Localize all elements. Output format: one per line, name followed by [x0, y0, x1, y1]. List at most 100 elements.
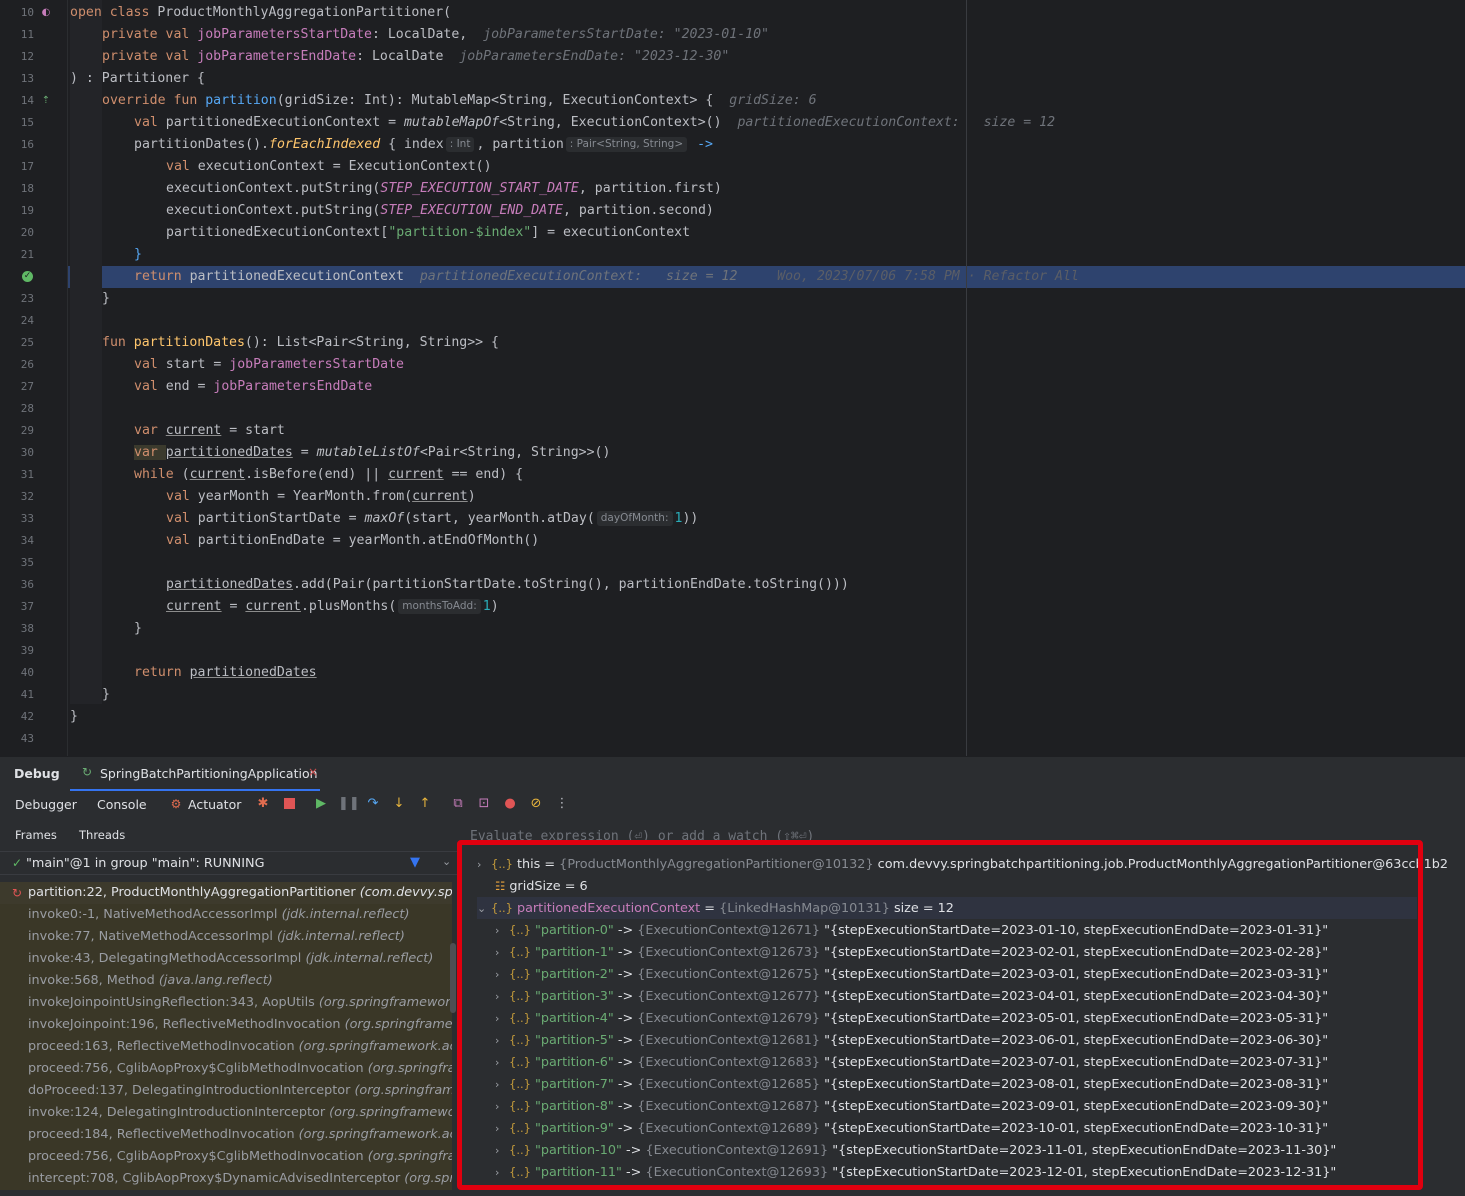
chevron-right-icon[interactable]: ›	[495, 1162, 509, 1184]
line-number[interactable]: 39	[0, 640, 34, 662]
line-number[interactable]: 40	[0, 662, 34, 684]
line-number[interactable]: 14	[0, 90, 34, 112]
line-number[interactable]: 33	[0, 508, 34, 530]
line-number[interactable]: 34	[0, 530, 34, 552]
line-number[interactable]: 24	[0, 310, 34, 332]
frame-item[interactable]: invoke0:-1, NativeMethodAccessorImpl (jd…	[0, 904, 452, 926]
drop-frame-icon[interactable]: ⧉	[449, 795, 467, 813]
override-method-icon[interactable]: ⇡	[40, 95, 52, 107]
variable-this[interactable]: › {..} this = {ProductMonthlyAggregationPa…	[477, 853, 1448, 875]
more-options-icon[interactable]: ⋮	[553, 795, 571, 813]
frame-item[interactable]: invoke:77, NativeMethodAccessorImpl (jdk…	[0, 926, 452, 948]
line-number[interactable]: 29	[0, 420, 34, 442]
frame-item[interactable]: invoke:43, DelegatingMethodAccessorImpl …	[0, 948, 452, 970]
line-number[interactable]: 27	[0, 376, 34, 398]
chevron-right-icon[interactable]: ›	[495, 1074, 509, 1096]
line-number[interactable]: 10	[0, 2, 34, 24]
chevron-right-icon[interactable]: ›	[495, 1030, 509, 1052]
map-entry[interactable]: › {..} "partition-4" -> {ExecutionContext@…	[495, 1007, 1328, 1029]
frames-scrollbar[interactable]	[450, 943, 456, 1013]
map-entry[interactable]: › {..} "partition-8" -> {ExecutionContext@…	[495, 1095, 1328, 1117]
line-number[interactable]: 31	[0, 464, 34, 486]
chevron-down-icon[interactable]: ⌄	[477, 898, 491, 920]
map-entry[interactable]: › {..} "partition-3" -> {ExecutionContext@…	[495, 985, 1328, 1007]
line-number[interactable]: 30	[0, 442, 34, 464]
frame-item[interactable]: proceed:756, CglibAopProxy$CglibMethodIn…	[0, 1058, 452, 1080]
line-number[interactable]: 16	[0, 134, 34, 156]
line-number[interactable]: 20	[0, 222, 34, 244]
line-number[interactable]: 23	[0, 288, 34, 310]
chevron-right-icon[interactable]: ›	[477, 854, 491, 876]
line-number[interactable]: 25	[0, 332, 34, 354]
map-entry[interactable]: › {..} "partition-11" -> {ExecutionContext…	[495, 1161, 1336, 1183]
frame-item[interactable]: proceed:163, ReflectiveMethodInvocation …	[0, 1036, 452, 1058]
evaluate-expression-input[interactable]: Evaluate expression (⏎) or add a watch (…	[470, 829, 814, 844]
tab-debugger[interactable]: Debugger	[15, 797, 77, 812]
map-entry[interactable]: › {..} "partition-9" -> {ExecutionContext@…	[495, 1117, 1328, 1139]
map-entry[interactable]: › {..} "partition-1" -> {ExecutionContext@…	[495, 941, 1328, 963]
map-entry[interactable]: › {..} "partition-7" -> {ExecutionContext@…	[495, 1073, 1328, 1095]
line-number[interactable]: 21	[0, 244, 34, 266]
step-over-icon[interactable]: ↷	[364, 795, 382, 813]
code-area[interactable]: open class ProductMonthlyAggregationPart…	[70, 0, 1465, 756]
line-number[interactable]: 11	[0, 24, 34, 46]
rerun-debug-icon[interactable]: ✱	[254, 795, 272, 813]
class-implementation-icon[interactable]: ◐	[40, 7, 52, 19]
map-entry[interactable]: › {..} "partition-2" -> {ExecutionContext@…	[495, 963, 1328, 985]
line-number[interactable]: 42	[0, 706, 34, 728]
line-number[interactable]: 17	[0, 156, 34, 178]
line-number[interactable]: 12	[0, 46, 34, 68]
run-config-tab[interactable]: ↻ SpringBatchPartitioningApplication ×	[70, 757, 320, 791]
line-number[interactable]: 41	[0, 684, 34, 706]
chevron-right-icon[interactable]: ›	[495, 1052, 509, 1074]
map-entry[interactable]: › {..} "partition-5" -> {ExecutionContext@…	[495, 1029, 1328, 1051]
chevron-right-icon[interactable]: ›	[495, 1140, 509, 1162]
chevron-down-icon[interactable]: ⌄	[442, 855, 451, 868]
view-breakpoints-icon[interactable]: ●	[501, 795, 519, 813]
mute-breakpoints-icon[interactable]: ⊘	[527, 795, 545, 813]
map-entry[interactable]: › {..} "partition-10" -> {ExecutionContext…	[495, 1139, 1336, 1161]
line-number[interactable]: 32	[0, 486, 34, 508]
line-number[interactable]: 18	[0, 178, 34, 200]
tab-actuator[interactable]: Actuator	[188, 797, 241, 812]
tab-frames[interactable]: Frames	[15, 828, 57, 842]
map-entry[interactable]: › {..} "partition-0" -> {ExecutionContext@…	[495, 919, 1328, 941]
tab-threads[interactable]: Threads	[79, 828, 125, 842]
chevron-right-icon[interactable]: ›	[495, 1118, 509, 1140]
line-number[interactable]: 15	[0, 112, 34, 134]
variable-partitioned-execution-context[interactable]: ⌄ {..} partitionedExecutionContext = {Link…	[477, 897, 1417, 919]
line-number[interactable]: 26	[0, 354, 34, 376]
frame-item[interactable]: invokeJoinpoint:196, ReflectiveMethodInv…	[0, 1014, 452, 1036]
line-number[interactable]: 43	[0, 728, 34, 750]
map-entry[interactable]: › {..} "partition-6" -> {ExecutionContext@…	[495, 1051, 1328, 1073]
line-number[interactable]: 38	[0, 618, 34, 640]
step-into-icon[interactable]: ↓	[390, 795, 408, 813]
frame-item[interactable]: doProceed:137, DelegatingIntroductionInt…	[0, 1080, 452, 1102]
stop-icon[interactable]	[280, 795, 298, 813]
frame-item-current[interactable]: ↻ partition:22, ProductMonthlyAggregation…	[0, 882, 452, 904]
frame-item[interactable]: invoke:568, Method (java.lang.reflect)	[0, 970, 452, 992]
chevron-right-icon[interactable]: ›	[495, 942, 509, 964]
line-number-gutter[interactable]: 10 11 12 13 14 15 16 17 18 19 20 21 23 24 25 26 27 28 29 30…	[0, 0, 68, 756]
code-editor[interactable]: 10 11 12 13 14 15 16 17 18 19 20 21 23 24 25 26 27 28 29 30…	[0, 0, 1465, 756]
chevron-right-icon[interactable]: ›	[495, 986, 509, 1008]
frame-item[interactable]: invoke:124, DelegatingIntroductionInterc…	[0, 1102, 452, 1124]
line-number[interactable]: 13	[0, 68, 34, 90]
line-number[interactable]: 19	[0, 200, 34, 222]
evaluate-icon[interactable]: ⊡	[475, 795, 493, 813]
chevron-right-icon[interactable]: ›	[495, 920, 509, 942]
line-number[interactable]: 28	[0, 398, 34, 420]
chevron-right-icon[interactable]: ›	[495, 964, 509, 986]
execution-point-icon[interactable]: ✓	[22, 271, 33, 282]
thread-selector[interactable]: ✓ "main"@1 in group "main": RUNNING ▼ ⌄	[0, 851, 458, 875]
frame-item[interactable]: proceed:184, ReflectiveMethodInvocation …	[0, 1124, 452, 1146]
step-out-icon[interactable]: ↑	[416, 795, 434, 813]
line-number[interactable]: 36	[0, 574, 34, 596]
chevron-right-icon[interactable]: ›	[495, 1008, 509, 1030]
chevron-right-icon[interactable]: ›	[495, 1096, 509, 1118]
frame-item[interactable]: proceed:756, CglibAopProxy$CglibMethodIn…	[0, 1146, 452, 1168]
pause-icon[interactable]: ❚❚	[338, 795, 360, 813]
frame-item[interactable]: invokeJoinpointUsingReflection:343, AopU…	[0, 992, 452, 1014]
filter-icon[interactable]: ▼	[410, 855, 420, 870]
tab-console[interactable]: Console	[97, 797, 147, 812]
